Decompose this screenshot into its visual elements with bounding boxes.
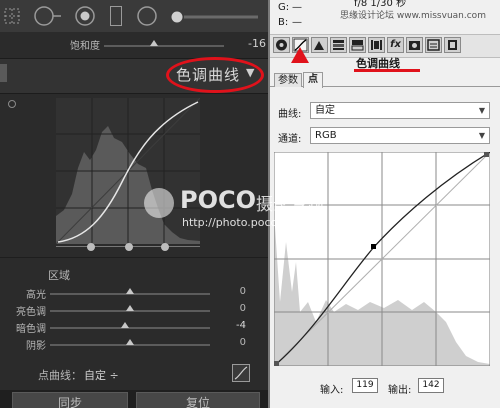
region-label: 区域 — [48, 269, 70, 282]
g-readout-value: — — [292, 2, 302, 13]
input-field[interactable]: 119 — [352, 378, 378, 393]
brush-size-slider[interactable] — [170, 9, 260, 23]
point-curve-graph[interactable] — [273, 151, 491, 367]
watermark-forum: 思缘设计论坛 www.missvuan.com — [340, 11, 486, 21]
b-readout-value: — — [292, 17, 302, 28]
region-slider-knob[interactable] — [126, 288, 134, 294]
saturation-label: 饱和度 — [70, 41, 100, 52]
saturation-value: -16 — [248, 37, 266, 50]
split-tone-icon[interactable] — [349, 37, 366, 53]
reset-button[interactable]: 复位 — [136, 392, 260, 408]
red-underline-annotation — [354, 69, 420, 72]
channel-value: RGB — [315, 130, 337, 141]
graduated-filter-icon[interactable] — [110, 6, 122, 26]
grid-overlay-icon[interactable] — [4, 8, 20, 24]
aperture-icon[interactable] — [273, 37, 290, 53]
b-readout-label: B: — [278, 17, 289, 28]
edit-point-curve-icon[interactable] — [232, 364, 250, 382]
saturation-track[interactable] — [104, 45, 224, 47]
region-slider-knob[interactable] — [126, 305, 134, 311]
chevron-down-icon: ▼ — [478, 106, 485, 115]
watermark-cn: 摄影专题 — [256, 195, 324, 215]
fx-icon[interactable]: fx — [387, 37, 404, 53]
lens-icon[interactable] — [368, 37, 385, 53]
point-curve-svg[interactable] — [273, 151, 491, 367]
channel-select-label: 通道: — [278, 134, 302, 145]
region-slider-value: 0 — [239, 303, 246, 314]
saturation-slider-knob[interactable] — [150, 40, 159, 46]
watermark: POCO 摄影专题 http://photo.poco.cn/ — [144, 186, 324, 232]
region-slider-knob[interactable] — [121, 322, 130, 328]
curve-select-label: 曲线: — [278, 109, 302, 120]
channel-select[interactable]: RGB ▼ — [310, 127, 490, 144]
region-slider-label: 高光 — [26, 290, 46, 301]
curve-control-point — [371, 244, 376, 249]
region-slider-value: 0 — [239, 337, 246, 348]
region-slider-label: 暗色调 — [16, 324, 46, 335]
hsl-icon[interactable] — [330, 37, 347, 53]
split-point-midtones[interactable] — [125, 243, 133, 251]
region-slider-value: -4 — [236, 320, 246, 331]
region-slider-label: 阴影 — [26, 341, 46, 352]
divider — [0, 257, 268, 258]
region-slider-value: 0 — [239, 286, 246, 297]
g-readout-label: G: — [278, 2, 290, 13]
curve-preset-value: 自定 — [315, 105, 335, 116]
snapshot-icon[interactable] — [444, 37, 461, 53]
curve-preset-select[interactable]: 自定 ▼ — [310, 102, 490, 119]
target-adjustment-icon[interactable] — [8, 100, 16, 108]
point-curve-label: 点曲线： — [38, 369, 82, 382]
red-arrow-annotation — [290, 46, 310, 64]
input-label: 输入: — [320, 385, 344, 396]
watermark-brand: POCO — [180, 186, 257, 214]
split-point-shadows[interactable] — [87, 243, 95, 251]
point-curve-select[interactable]: 自定 ÷ — [84, 367, 119, 383]
region-slider-label: 亮色调 — [16, 307, 46, 318]
red-highlight-ellipse — [166, 57, 264, 93]
red-eye-icon[interactable] — [74, 5, 96, 27]
tab-point[interactable]: 点 — [303, 72, 323, 88]
output-field[interactable]: 142 — [418, 378, 444, 393]
sync-button[interactable]: 同步 — [12, 392, 128, 408]
watermark-url: http://photo.poco.cn/ — [182, 216, 298, 229]
curve-endpoint-top — [484, 152, 489, 157]
split-point-highlights[interactable] — [161, 243, 169, 251]
region-slider-track[interactable] — [50, 327, 210, 329]
panel-edge-marker — [0, 64, 7, 82]
camera-icon[interactable] — [406, 37, 423, 53]
tab-parametric[interactable]: 参数 — [274, 73, 302, 87]
preset-icon[interactable] — [425, 37, 442, 53]
chevron-down-icon: ▼ — [478, 131, 485, 140]
spot-removal-icon[interactable] — [26, 5, 62, 27]
radial-filter-icon[interactable] — [136, 5, 158, 27]
region-slider-knob[interactable] — [126, 339, 134, 345]
watermark-logo-icon — [144, 188, 174, 218]
curve-endpoint-bottom — [274, 361, 279, 366]
mountain-icon[interactable] — [311, 37, 328, 53]
output-label: 输出: — [388, 385, 412, 396]
